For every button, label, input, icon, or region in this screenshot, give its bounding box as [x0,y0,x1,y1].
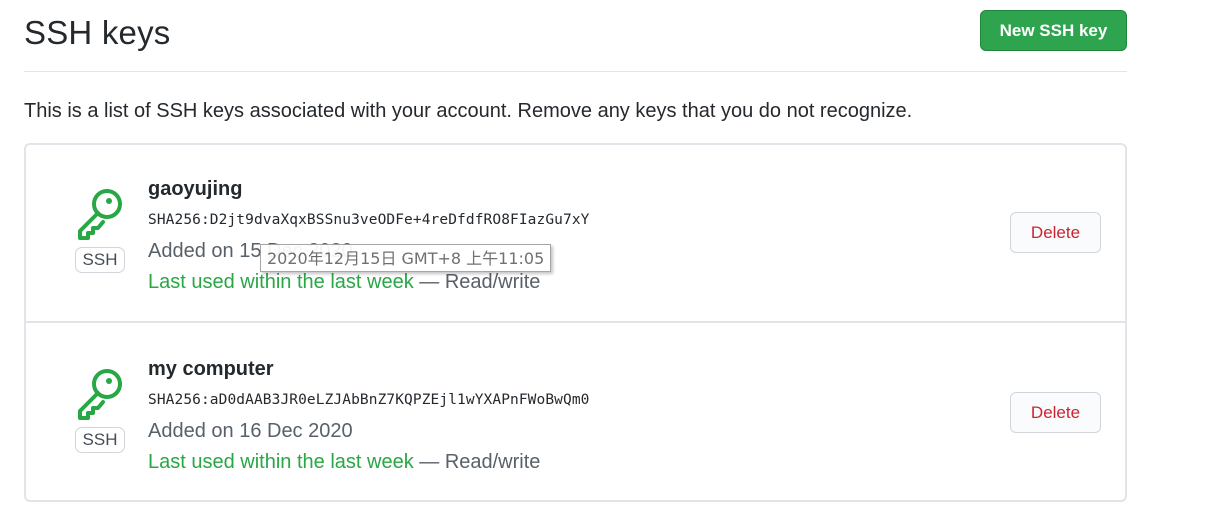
delete-button[interactable]: Delete [1010,212,1101,253]
key-details: gaoyujing SHA256:D2jt9dvaXqxBSSnu3veODFe… [148,175,590,299]
ssh-key-list: SSH gaoyujing SHA256:D2jt9dvaXqxBSSnu3ve… [24,143,1127,502]
key-fingerprint: SHA256:aD0dAAB3JR0eLZJAbBnZ7KQPZEjl1wYXA… [148,392,590,408]
key-added-date: Added on 16 Dec 2020 [148,420,353,442]
ssh-key-item: SSH gaoyujing SHA256:D2jt9dvaXqxBSSnu3ve… [26,145,1125,323]
key-title: my computer [148,358,274,380]
ssh-badge: SSH [75,427,125,453]
ssh-key-item: SSH my computer SHA256:aD0dAAB3JR0eLZJAb… [26,325,1125,503]
new-ssh-key-button[interactable]: New SSH key [980,10,1127,51]
last-used-text: Last used within the last week [148,451,414,473]
access-level: — Read/write [413,451,541,473]
key-icon-group: SSH [72,367,128,457]
key-details: my computer SHA256:aD0dAAB3JR0eLZJAbBnZ7… [148,355,590,479]
page-title: SSH keys [24,14,171,51]
key-fingerprint: SHA256:D2jt9dvaXqxBSSnu3veODFe+4reDfdfRO… [148,212,590,228]
page-header: SSH keys New SSH key [24,0,1127,72]
delete-button[interactable]: Delete [1010,392,1101,433]
ssh-keys-page: SSH keys New SSH key This is a list of S… [0,0,1208,514]
key-icon [78,369,122,420]
date-tooltip: 2020年12月15日 GMT+8 上午11:05 [260,244,552,272]
ssh-badge: SSH [75,247,125,273]
key-last-used: Last used within the last week — Read/wr… [148,447,590,479]
key-title: gaoyujing [148,178,243,200]
key-icon [78,189,122,240]
last-used-text: Last used within the last week [148,271,414,293]
access-level: — Read/write [413,271,541,293]
page-description: This is a list of SSH keys associated wi… [24,100,913,122]
key-icon-group: SSH [72,187,128,277]
